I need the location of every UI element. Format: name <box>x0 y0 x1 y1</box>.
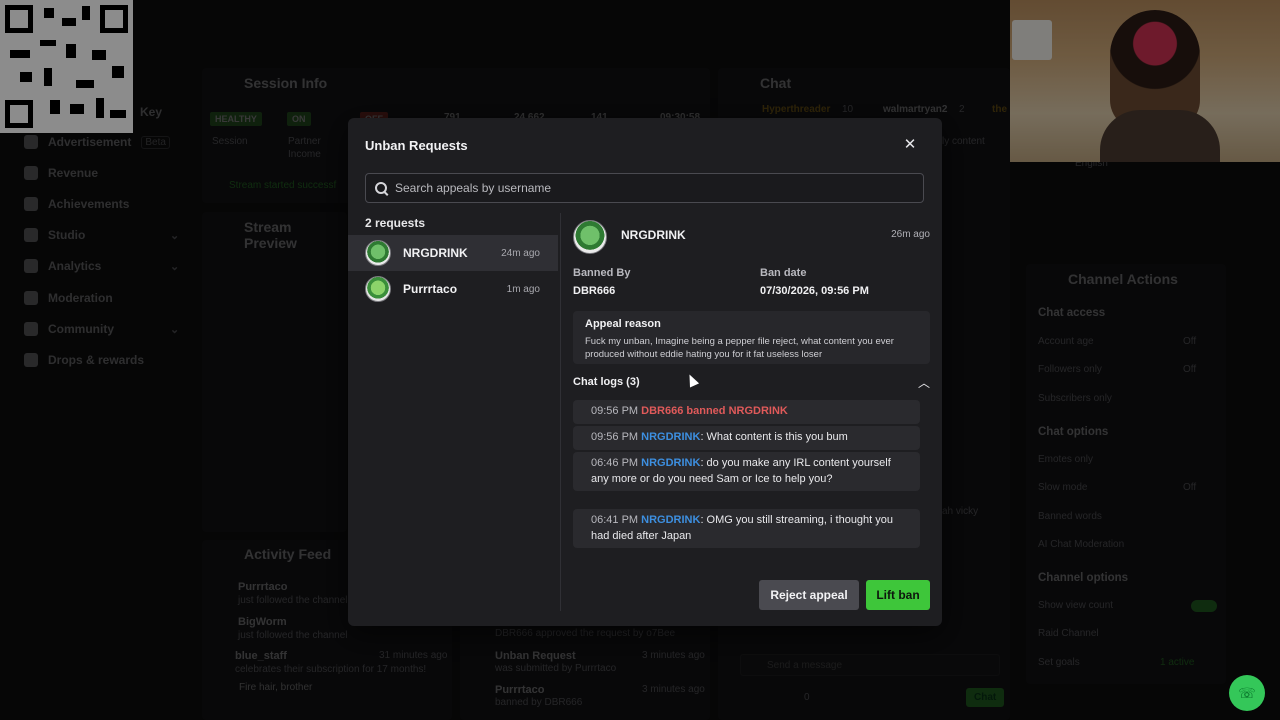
appeal-reason-text: Fuck my unban, Imagine being a pepper fi… <box>585 336 894 360</box>
banned-by-value: DBR666 <box>573 285 616 297</box>
request-count: 2 requests <box>365 216 426 230</box>
request-item-nrgdrink[interactable]: NRGDRINK 24m ago <box>348 235 558 271</box>
request-list: NRGDRINK 24m ago Purrrtaco 1m ago <box>348 235 558 307</box>
close-icon[interactable]: ✕ <box>901 136 919 154</box>
support-icon[interactable]: ☏ <box>1229 675 1265 711</box>
appeal-username: NRGDRINK <box>621 228 686 242</box>
modal-title: Unban Requests <box>365 138 468 153</box>
chat-log-entry: 06:46 PM NRGDRINK: do you make any IRL c… <box>573 452 920 491</box>
appeal-reason-title: Appeal reason <box>585 318 661 330</box>
reject-appeal-button[interactable]: Reject appeal <box>759 580 859 610</box>
chat-log-entry: 09:56 PM DBR666 banned NRGDRINK <box>573 400 920 424</box>
search-bar[interactable] <box>365 173 924 203</box>
chat-log-entry: 09:56 PM NRGDRINK: What content is this … <box>573 426 920 450</box>
ban-date-value: 07/30/2026, 09:56 PM <box>760 285 869 297</box>
divider <box>560 213 561 611</box>
lift-ban-button[interactable]: Lift ban <box>866 580 930 610</box>
chevron-up-icon[interactable]: ︿ <box>918 374 930 391</box>
avatar <box>365 276 391 302</box>
unban-requests-modal: Unban Requests ✕ 2 requests NRGDRINK 24m… <box>348 118 942 626</box>
request-item-purrrtaco[interactable]: Purrrtaco 1m ago <box>348 271 558 307</box>
appeal-reason-box: Appeal reason Fuck my unban, Imagine bei… <box>573 311 930 364</box>
search-icon <box>375 182 387 194</box>
search-input[interactable] <box>395 181 895 195</box>
appeal-time: 26m ago <box>891 229 930 240</box>
avatar <box>573 220 607 254</box>
banned-by-label: Banned By <box>573 267 631 279</box>
ban-date-label: Ban date <box>760 267 807 279</box>
avatar <box>365 240 391 266</box>
chat-logs-title[interactable]: Chat logs (3) <box>573 376 640 388</box>
chat-log-entry: 06:41 PM NRGDRINK: OMG you still streami… <box>573 509 920 548</box>
